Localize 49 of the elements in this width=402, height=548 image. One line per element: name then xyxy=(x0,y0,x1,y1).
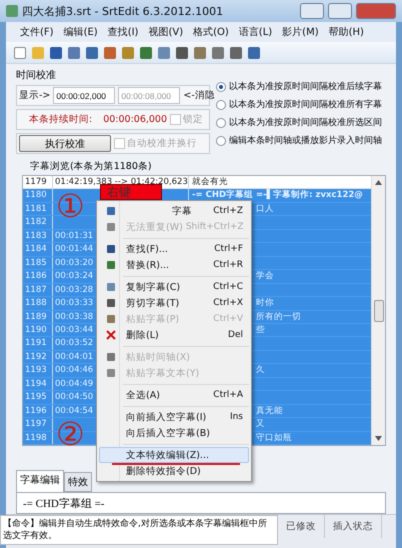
row-text: 又 xyxy=(255,418,265,431)
callout-label: 右键 xyxy=(100,184,162,200)
row-number: 1185 xyxy=(23,256,53,270)
row-number: 1189 xyxy=(23,310,53,323)
radio-label: 以本条为准按原时间间隔校准所选区间 xyxy=(229,116,382,129)
row-number: 1183 xyxy=(23,230,53,242)
row-number: 1194 xyxy=(23,378,53,390)
row-number: 1179 xyxy=(23,176,53,188)
row-number: 1195 xyxy=(23,391,53,404)
row-text: 些 xyxy=(255,324,265,336)
row-text: 真无能 xyxy=(255,404,283,418)
row-text: 时你 xyxy=(255,297,274,310)
row-number: 1187 xyxy=(23,284,53,296)
row-number: 1186 xyxy=(23,270,53,283)
row-text: -= CHD字幕组 =-▌字幕制作: zvxc122@ xyxy=(191,189,363,202)
row-number: 1190 xyxy=(23,324,53,336)
row-number: 1191 xyxy=(23,337,53,350)
row-text: 所有的一切 xyxy=(255,310,301,323)
row-text: 就会有光 xyxy=(191,176,228,188)
row-text: 学会 xyxy=(255,270,274,283)
group-title: 时间校准 xyxy=(16,68,57,82)
step-number: ② xyxy=(56,418,85,450)
row-number: 1182 xyxy=(23,216,53,229)
radio-label: 编辑本条时间轴或播放影片录入时间轴 xyxy=(229,134,382,147)
row-number: 1181 xyxy=(23,202,53,216)
auto-label: 自动校准并换行 xyxy=(127,137,197,150)
status-hint: 【命令】编辑并自动生成特效命令,对所选条或本条字幕编辑框中所选文字有效。 xyxy=(0,515,278,545)
list-title: 字幕浏览(本条为第1180条) xyxy=(30,160,153,173)
hide-label: <-消隐 xyxy=(183,89,215,102)
row-text: 守口如瓶 xyxy=(255,432,292,444)
row-number: 1198 xyxy=(23,432,53,444)
modified-status: 已修改 xyxy=(278,515,325,538)
row-text: 久 xyxy=(255,364,265,377)
duration-value: 00:00:06,000 xyxy=(103,114,168,125)
row-number: 1196 xyxy=(23,404,53,418)
row-number: 1180 xyxy=(23,189,53,202)
row-number: 1188 xyxy=(23,297,53,310)
show-label: 显示-> xyxy=(19,89,50,102)
lock-label: 锁定 xyxy=(183,113,204,126)
radio-label: 以本条为准按原时间间隔校准所有字幕 xyxy=(229,98,382,111)
row-text: 口人 xyxy=(255,202,274,216)
window-title: 四大名捕3.srt - SrtEdit 6.3.2012.1001 xyxy=(22,4,224,18)
row-number: 1192 xyxy=(23,350,53,364)
row-number: 1193 xyxy=(23,364,53,377)
row-number: 1184 xyxy=(23,243,53,256)
row-number: 1197 xyxy=(23,418,53,431)
insert-mode-status: 插入状态 xyxy=(325,515,382,538)
duration-label: 本条持续时间: xyxy=(29,113,92,126)
radio-label: 以本条为准按原时间间隔校准后续字幕 xyxy=(229,80,382,93)
